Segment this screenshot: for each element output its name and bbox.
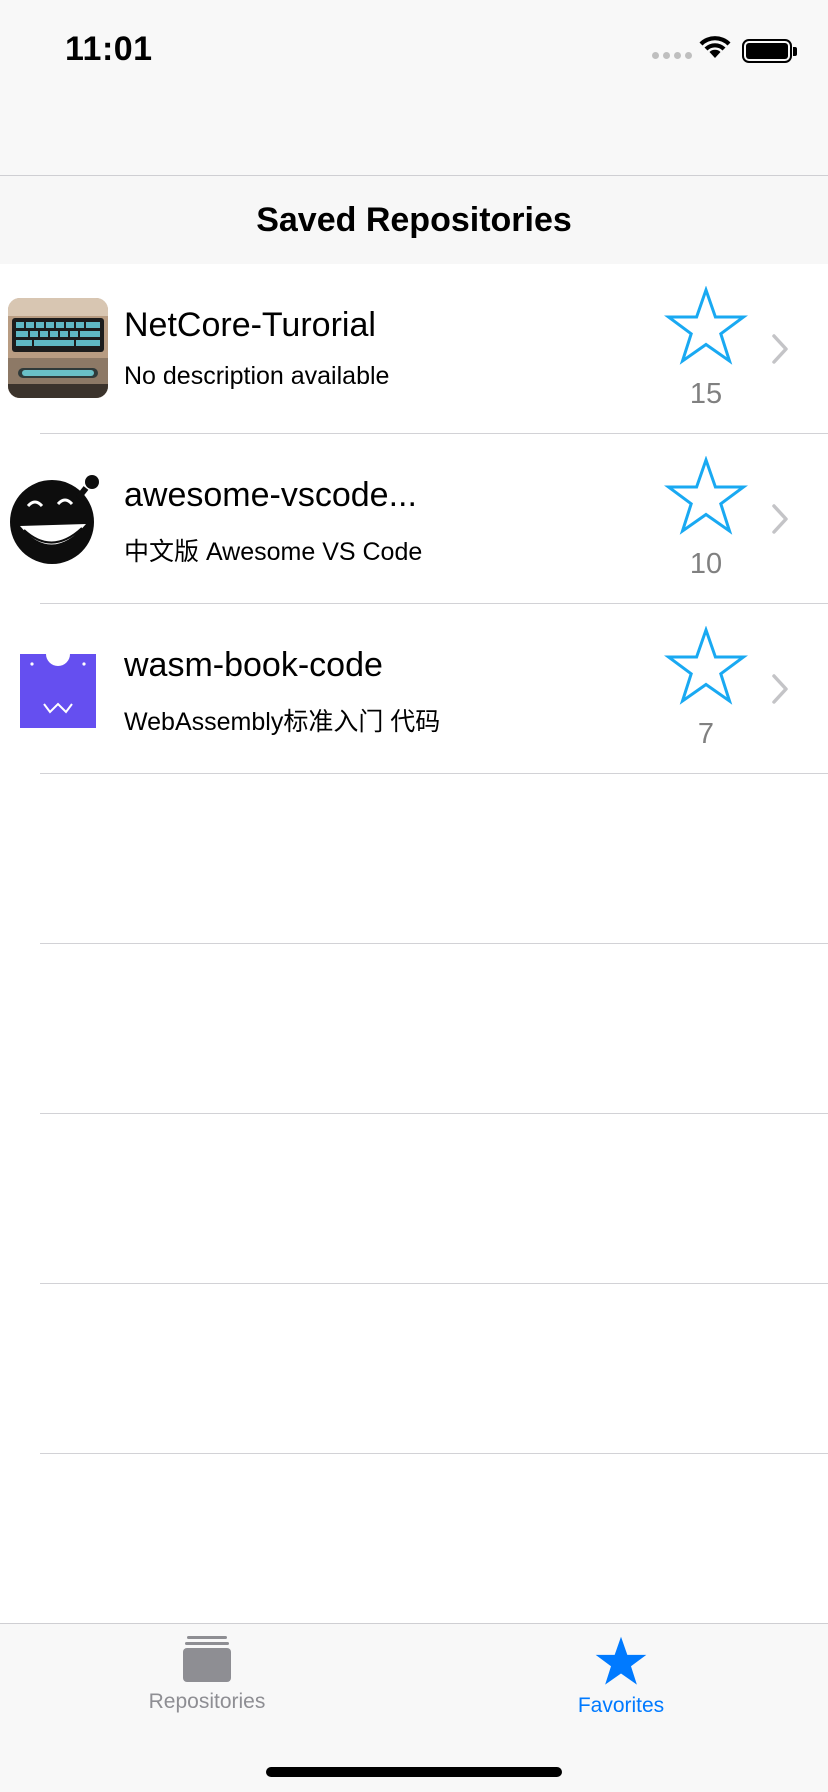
empty-row	[0, 1454, 828, 1624]
tab-label: Repositories	[148, 1690, 266, 1713]
repository-list: NetCore-Turorial No description availabl…	[0, 264, 828, 774]
repository-description: WebAssembly标准入门 代码	[124, 708, 441, 736]
favorite-star-icon[interactable]	[664, 456, 748, 536]
empty-row	[0, 1284, 828, 1454]
repository-row[interactable]: wasm-book-code WebAssembly标准入门 代码 7	[0, 604, 828, 774]
status-time: 11:01	[65, 30, 153, 68]
repository-description: 中文版 Awesome VS Code	[124, 538, 423, 566]
empty-table-rows	[0, 774, 828, 1624]
cellular-signal-icon	[652, 52, 692, 59]
star-icon	[595, 1636, 647, 1685]
favorite-star-icon[interactable]	[664, 626, 748, 706]
status-bar: 11:01	[0, 0, 828, 176]
repository-row[interactable]: NetCore-Turorial No description availabl…	[0, 264, 828, 434]
repository-description: No description available	[124, 362, 390, 390]
empty-row	[0, 944, 828, 1114]
home-indicator[interactable]	[266, 1767, 562, 1777]
favorite-star-icon[interactable]	[664, 286, 748, 366]
repository-row[interactable]: awesome-vscode... 中文版 Awesome VS Code 10	[0, 434, 828, 604]
empty-row	[0, 774, 828, 944]
chevron-right-icon	[772, 334, 788, 364]
tab-favorites[interactable]: Favorites	[521, 1634, 721, 1718]
page-title: Saved Repositories	[256, 200, 572, 239]
repository-name: awesome-vscode...	[124, 476, 417, 514]
repository-name: wasm-book-code	[124, 646, 383, 684]
star-count: 10	[689, 548, 723, 580]
repository-avatar	[8, 468, 108, 568]
empty-row	[0, 1114, 828, 1284]
stack-icon	[183, 1636, 231, 1682]
star-count: 15	[689, 378, 723, 410]
chevron-right-icon	[772, 674, 788, 704]
tab-label: Favorites	[577, 1694, 665, 1717]
wifi-icon	[699, 36, 731, 58]
chevron-right-icon	[772, 504, 788, 534]
star-count: 7	[697, 718, 715, 750]
battery-icon	[742, 39, 797, 63]
section-header: Saved Repositories	[0, 176, 828, 264]
repository-avatar	[8, 638, 108, 738]
repository-avatar	[8, 298, 108, 398]
repository-name: NetCore-Turorial	[124, 306, 376, 344]
tab-repositories[interactable]: Repositories	[107, 1634, 307, 1714]
